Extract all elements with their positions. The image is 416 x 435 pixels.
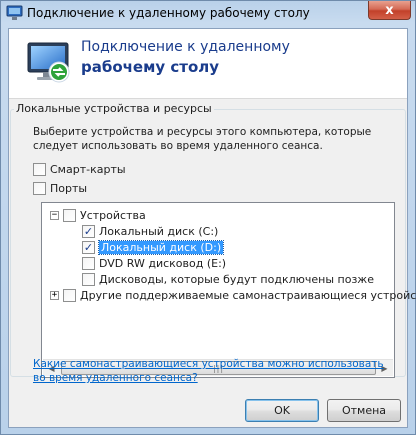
window-title: Подключение к удаленному рабочему столу bbox=[27, 6, 310, 20]
tree-item-drive-c[interactable]: ✓ Локальный диск (C:) bbox=[82, 223, 218, 239]
remote-desktop-icon bbox=[27, 42, 70, 83]
ports-option[interactable]: Порты bbox=[33, 182, 87, 195]
supported-devices-help-link[interactable]: Какие самонастраивающиеся устройства мож… bbox=[33, 357, 393, 385]
devices-tree[interactable]: − Устройства ✓ Локальный диск (C:) ✓ Лок… bbox=[41, 202, 416, 378]
devices-checkbox[interactable] bbox=[63, 208, 76, 222]
expand-icon[interactable]: + bbox=[50, 290, 59, 300]
dialog-client-area: Подключение к удаленному рабочему столу … bbox=[8, 28, 416, 428]
tree-item-dvd-drive[interactable]: DVD RW дисковод (E:) bbox=[82, 255, 226, 271]
tree-node-devices-label: Устройства bbox=[80, 208, 146, 222]
tree-node-devices[interactable]: − Устройства bbox=[50, 207, 146, 223]
dialog-window: Подключение к удаленному рабочему столу … bbox=[0, 0, 416, 435]
collapse-icon[interactable]: − bbox=[50, 210, 59, 220]
tree-item-later-drives[interactable]: Дисководы, которые будут подключены позж… bbox=[82, 271, 374, 287]
drive-c-checkbox[interactable]: ✓ bbox=[82, 224, 95, 238]
ports-label: Порты bbox=[50, 182, 88, 195]
other-devices-label: Другие поддерживаемые самонастраивающиес… bbox=[80, 288, 416, 302]
header-banner: Подключение к удаленному рабочему столу bbox=[9, 29, 407, 99]
dvd-drive-label: DVD RW дисковод (E:) bbox=[99, 256, 227, 270]
local-resources-description: Выберите устройства и ресурсы этого комп… bbox=[33, 126, 372, 152]
close-button[interactable]: x bbox=[368, 1, 411, 20]
ports-checkbox[interactable] bbox=[33, 182, 46, 195]
drive-d-label: Локальный диск (D:) bbox=[97, 239, 225, 255]
title-bar[interactable]: Подключение к удаленному рабочему столу … bbox=[1, 1, 415, 27]
ok-button[interactable]: OK bbox=[245, 399, 319, 422]
smartcards-label: Смарт-карты bbox=[50, 163, 126, 176]
cancel-button[interactable]: Отмена bbox=[327, 399, 401, 422]
smartcards-checkbox[interactable] bbox=[33, 163, 46, 176]
tree-item-drive-d[interactable]: ✓ Локальный диск (D:) bbox=[82, 239, 225, 255]
header-title-line2: рабочему столу bbox=[81, 58, 220, 76]
remote-desktop-small-icon bbox=[6, 5, 23, 20]
dvd-drive-checkbox[interactable] bbox=[82, 256, 95, 270]
drive-c-label: Локальный диск (C:) bbox=[99, 224, 219, 238]
drive-d-checkbox[interactable]: ✓ bbox=[82, 240, 95, 254]
local-resources-group-label: Локальные устройства и ресурсы bbox=[14, 102, 214, 115]
later-drives-label: Дисководы, которые будут подключены позж… bbox=[99, 272, 374, 286]
later-drives-checkbox[interactable] bbox=[82, 272, 95, 286]
header-title-line1: Подключение к удаленному bbox=[81, 39, 290, 55]
tree-node-other-devices[interactable]: + Другие поддерживаемые самонастраивающи… bbox=[50, 287, 416, 303]
other-devices-checkbox[interactable] bbox=[63, 288, 76, 302]
smartcards-option[interactable]: Смарт-карты bbox=[33, 163, 126, 176]
